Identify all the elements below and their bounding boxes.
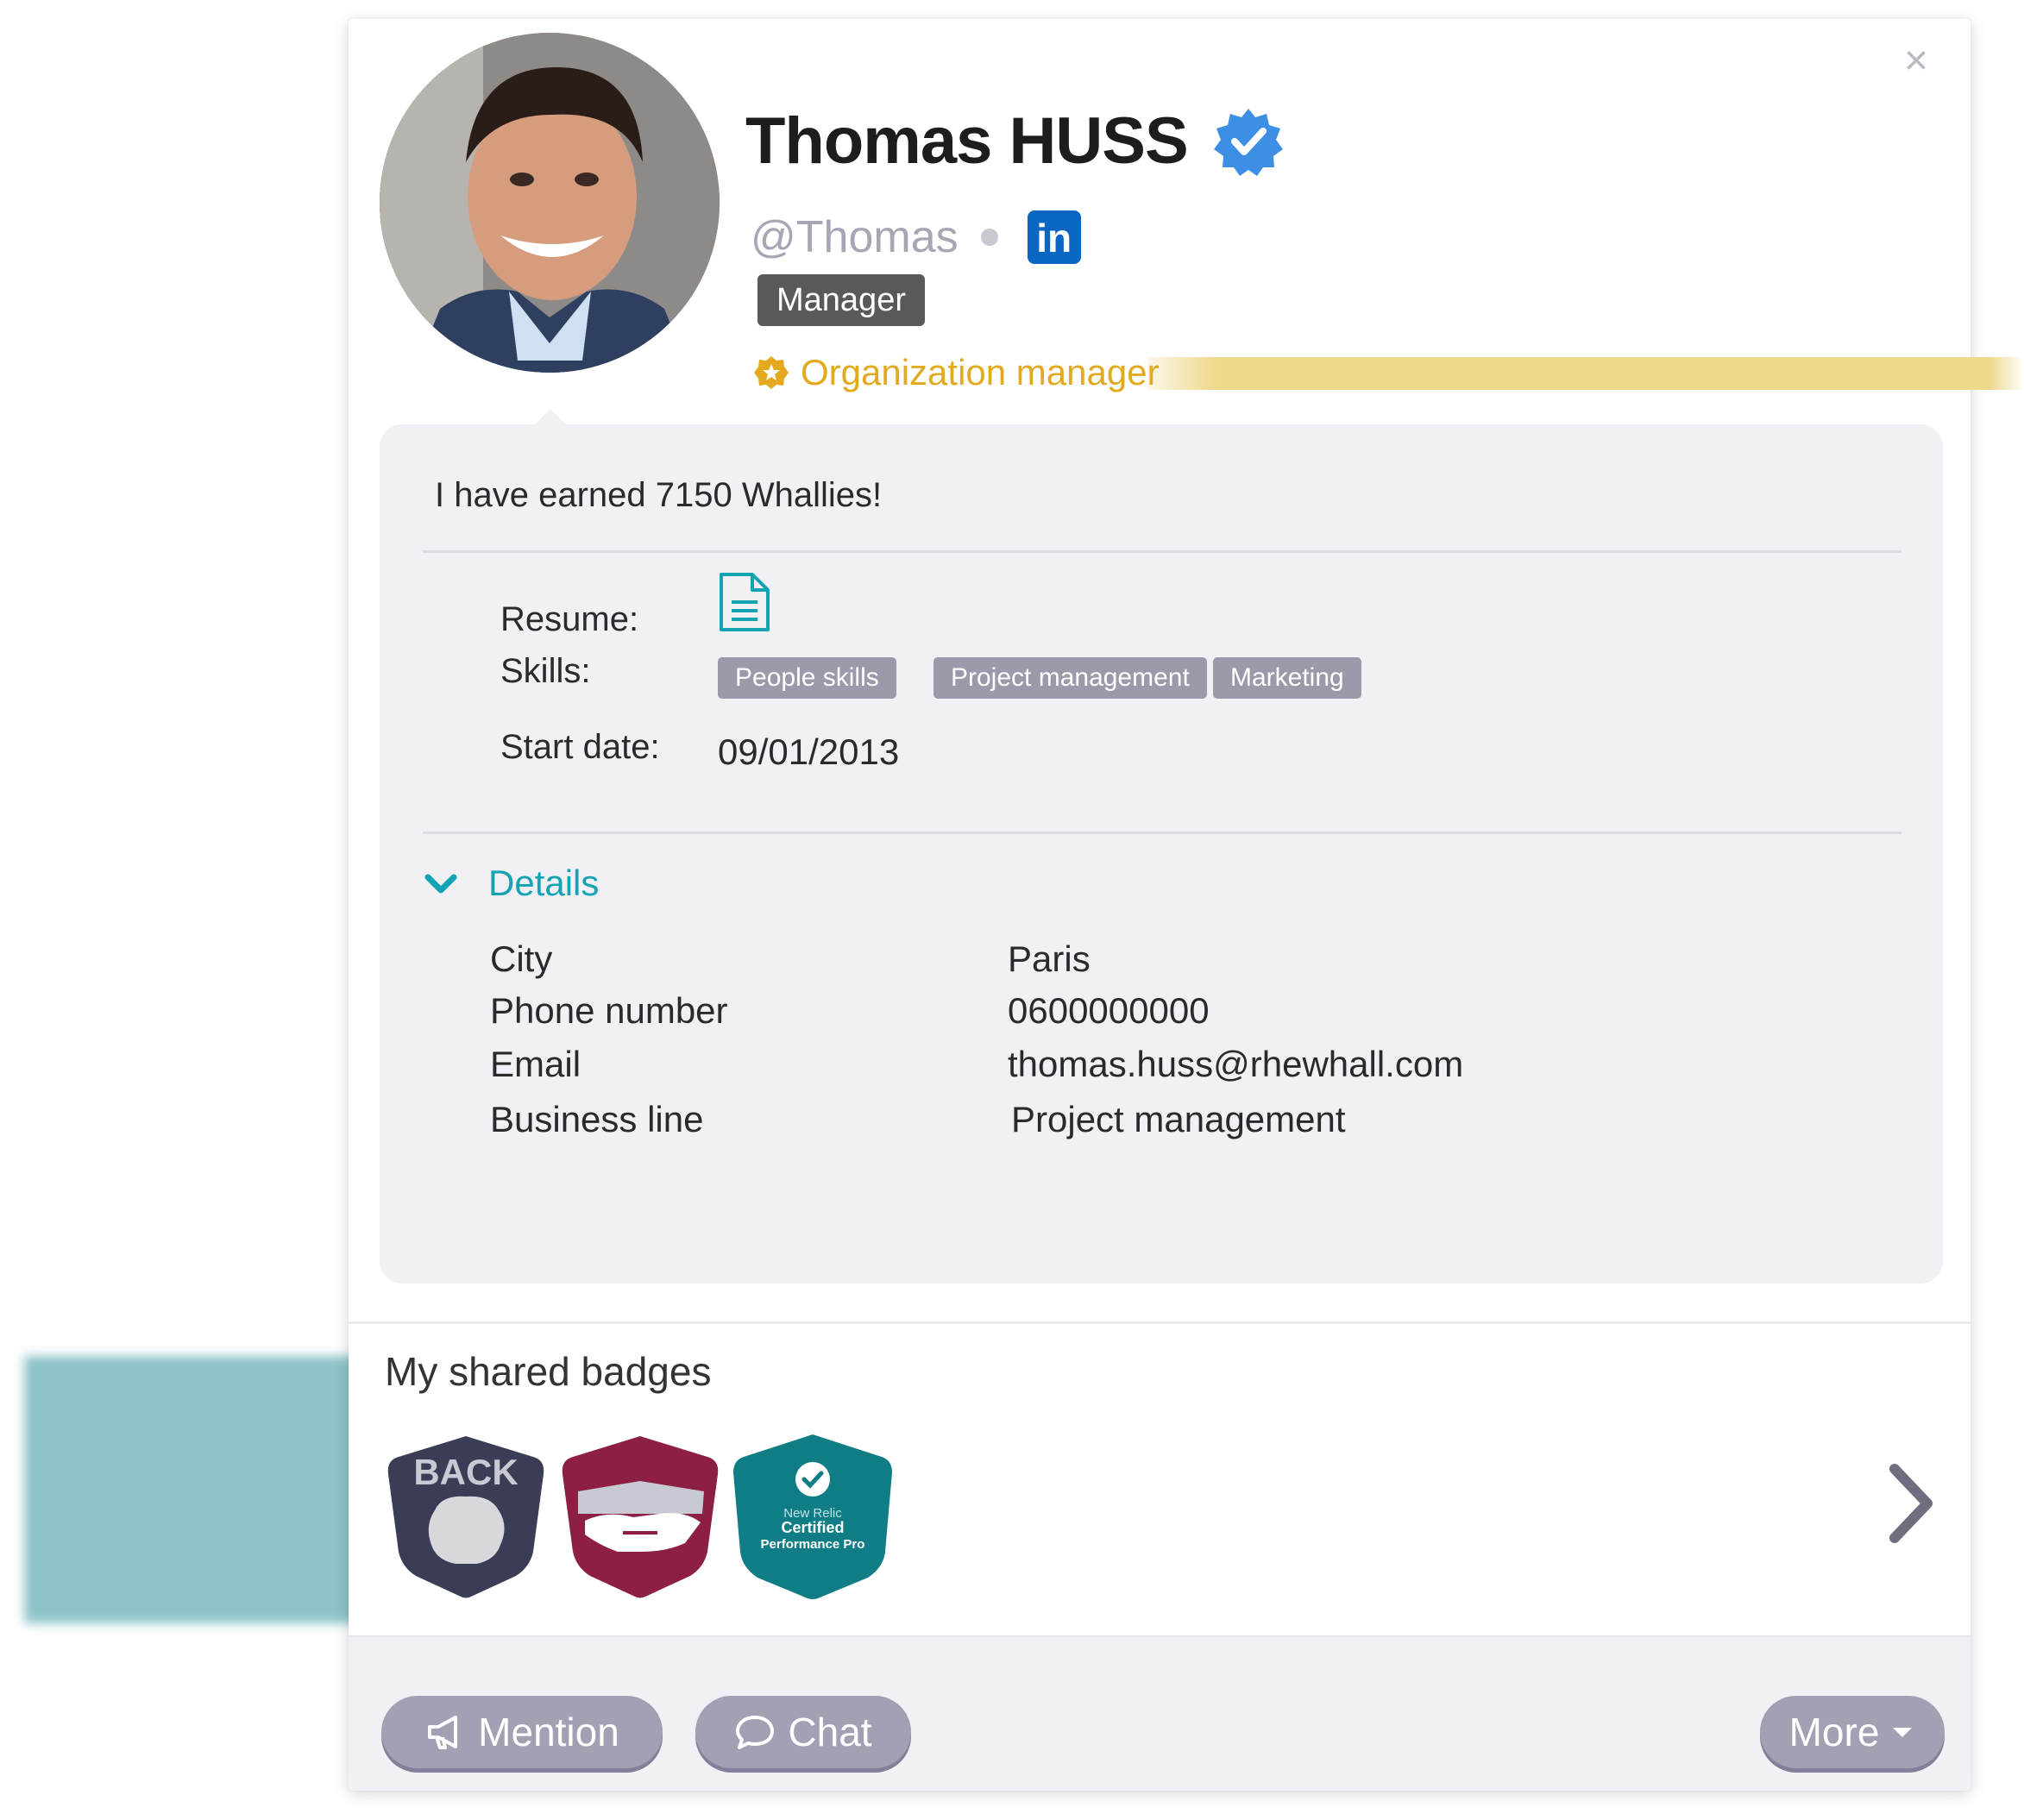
mention-label: Mention [478,1710,619,1754]
skill-tag: Project management [933,657,1207,699]
chevron-down-icon [424,874,457,894]
verified-icon [1213,108,1283,176]
svg-text:Performance Pro: Performance Pro [761,1537,865,1552]
divider [423,550,1901,553]
role-tag: Manager [757,274,925,326]
details-label: Details [488,863,600,903]
details-toggle[interactable]: Details [423,863,599,904]
megaphone-icon [428,1716,458,1749]
chat-bubble-icon [736,1716,775,1749]
resume-label: Resume: [500,600,639,638]
handle-row: @Thomas in [751,210,1081,264]
badges-next-arrow-icon[interactable] [1884,1460,1936,1547]
avatar [380,33,720,373]
detail-label-business-line: Business line [490,1099,704,1139]
caret-down-icon [1893,1728,1913,1737]
name-row: Thomas HUSS [745,104,1283,179]
more-label: More [1788,1710,1880,1754]
org-manager-badge-icon [754,356,789,389]
chat-label: Chat [788,1710,872,1754]
resume-document-icon[interactable] [718,571,771,633]
detail-value-phone: 0600000000 [1008,990,1210,1031]
skills-label: Skills: [500,652,591,690]
detail-value-city: Paris [1008,938,1091,979]
presence-status-dot [980,229,998,246]
skill-tag: Marketing [1213,657,1361,699]
start-date-label: Start date: [500,728,660,766]
handshake-badge-icon[interactable] [556,1431,725,1600]
profile-handle: @Thomas [751,212,959,262]
more-button[interactable]: More [1760,1696,1945,1768]
linkedin-icon[interactable]: in [1027,210,1081,264]
back-badge-text: BACK [413,1452,518,1492]
detail-value-email[interactable]: thomas.huss@rhewhall.com [1008,1044,1463,1085]
org-manager-row: Organization manager [754,352,1160,393]
profile-name: Thomas HUSS [745,104,1189,178]
new-relic-badge-icon[interactable]: New Relic Certified Performance Pro [728,1431,897,1600]
mention-button[interactable]: Mention [381,1696,663,1768]
profile-card: × Thomas HUSS @Thomas in Manager Organiz… [349,19,1971,1791]
shared-badges-section: My shared badges BACK New Relic Certifie… [349,1321,1971,1636]
decorative-yellow-streak [1147,357,2024,390]
profile-info-box: I have earned 7150 Whallies! Resume: Ski… [380,409,1943,1283]
detail-label-email: Email [490,1044,581,1084]
org-manager-label: Organization manager [801,352,1160,392]
start-date-value: 09/01/2013 [718,731,900,772]
action-footer: Mention Chat More [349,1635,1971,1791]
detail-label-phone: Phone number [490,990,728,1031]
svg-text:Certified: Certified [781,1519,844,1536]
back-badge-icon[interactable]: BACK [381,1431,550,1600]
avatar-photo [380,33,720,373]
background-teal-block [24,1356,366,1623]
divider [423,832,1901,834]
skill-tag: People skills [718,657,896,699]
chat-button[interactable]: Chat [695,1696,911,1768]
whallies-text: I have earned 7150 Whallies! [435,476,883,514]
shared-badges-title: My shared badges [385,1349,712,1394]
detail-label-city: City [490,938,553,979]
close-icon[interactable]: × [1896,41,1936,82]
detail-value-business-line: Project management [1011,1099,1346,1139]
